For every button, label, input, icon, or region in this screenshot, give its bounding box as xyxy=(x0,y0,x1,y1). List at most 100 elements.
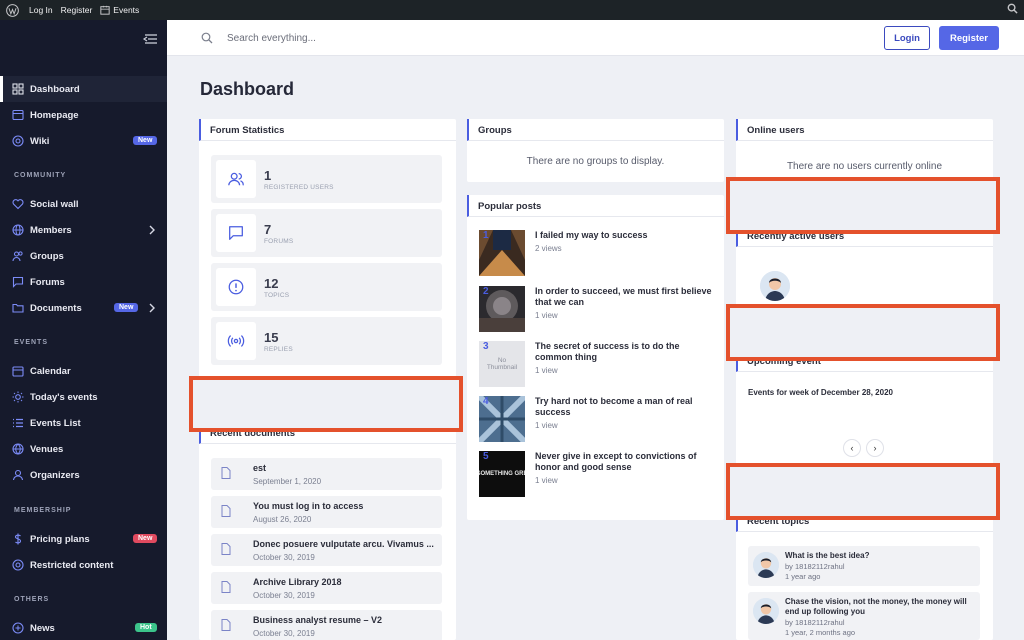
post-title[interactable]: The secret of success is to do the commo… xyxy=(535,341,715,363)
forum-icon xyxy=(12,276,24,288)
sidebar-item-dashboard[interactable]: Dashboard xyxy=(0,76,167,102)
section-heading-others: OTHERS xyxy=(14,596,50,603)
groups-card: Groups There are no groups to display. xyxy=(467,119,724,182)
events-week-label: Events for week of December 28, 2020 xyxy=(748,388,893,397)
chevron-right-icon[interactable] xyxy=(148,225,156,235)
highlight-box xyxy=(726,177,1000,234)
upcoming-event-card: Upcoming event Events for week of Decemb… xyxy=(736,350,993,467)
chat-icon xyxy=(216,214,256,252)
chevron-right-icon[interactable] xyxy=(148,303,156,313)
topic-author[interactable]: by 18182112rahul xyxy=(785,618,845,628)
collapse-sidebar-icon[interactable] xyxy=(142,31,158,49)
section-heading-community: COMMUNITY xyxy=(14,172,67,179)
document-date: October 30, 2019 xyxy=(253,629,315,638)
document-name: est xyxy=(253,463,267,473)
sidebar-item-events-list[interactable]: Events List xyxy=(0,410,167,436)
organizer-icon xyxy=(12,469,24,481)
sidebar-item-label: Homepage xyxy=(30,110,79,121)
folder-icon xyxy=(12,303,24,313)
sidebar-item-forums[interactable]: Forums xyxy=(0,269,167,295)
document-item[interactable]: Archive Library 2018 October 30, 2019 xyxy=(211,572,442,604)
post-title[interactable]: Never give in except to convictions of h… xyxy=(535,451,715,473)
new-badge: New xyxy=(133,534,158,543)
admin-login-link[interactable]: Log In xyxy=(29,5,53,15)
topic-item[interactable]: What is the best idea? by 18182112rahul … xyxy=(748,546,980,586)
sidebar-item-label: Forums xyxy=(30,277,65,288)
login-button[interactable]: Login xyxy=(884,26,930,50)
admin-register-link[interactable]: Register xyxy=(61,5,93,15)
register-button[interactable]: Register xyxy=(939,26,999,50)
file-icon xyxy=(221,581,231,593)
sidebar-item-groups[interactable]: Groups xyxy=(0,243,167,269)
post-views: 1 view xyxy=(535,421,558,430)
sidebar-item-todays-events[interactable]: Today's events xyxy=(0,384,167,410)
post-item[interactable]: 1 I failed my way to success 2 views xyxy=(479,230,719,278)
document-item[interactable]: Donec posuere vulputate arcu. Vivamus ..… xyxy=(211,534,442,566)
online-users-card: Online users There are no users currentl… xyxy=(736,119,993,182)
post-item[interactable]: 4 Try hard not to become a man of real s… xyxy=(479,396,719,444)
wordpress-logo-icon[interactable] xyxy=(3,0,21,20)
sidebar-item-members[interactable]: Members xyxy=(0,217,167,243)
stat-topics[interactable]: 12 TOPICS xyxy=(211,263,442,311)
stat-replies[interactable]: 15 REPLIES xyxy=(211,317,442,365)
sidebar-item-social-wall[interactable]: Social wall xyxy=(0,191,167,217)
sidebar-item-news[interactable]: News Hot xyxy=(0,615,167,640)
sidebar-item-label: Groups xyxy=(30,251,64,262)
sidebar-item-label: Venues xyxy=(30,444,64,455)
sidebar-item-restricted-content[interactable]: Restricted content xyxy=(0,552,167,578)
topic-title[interactable]: What is the best idea? xyxy=(785,551,975,561)
sidebar-item-wiki[interactable]: Wiki New xyxy=(0,128,167,154)
sidebar-item-organizers[interactable]: Organizers xyxy=(0,462,167,488)
document-date: September 1, 2020 xyxy=(253,477,322,486)
home-icon xyxy=(12,109,24,121)
previous-week-button[interactable]: ‹ xyxy=(843,439,861,457)
post-rank: 3 xyxy=(483,341,489,352)
users-icon xyxy=(12,251,23,262)
sidebar-item-homepage[interactable]: Homepage xyxy=(0,102,167,128)
sidebar-item-calendar[interactable]: Calendar xyxy=(0,358,167,384)
forum-statistics-card: Forum Statistics 1 REGISTERED USERS 7 FO… xyxy=(199,119,456,377)
card-title: Online users xyxy=(736,119,993,141)
post-rank: 1 xyxy=(483,230,489,241)
news-icon xyxy=(12,622,24,634)
stat-registered-users[interactable]: 1 REGISTERED USERS xyxy=(211,155,442,203)
sidebar-item-label: Documents xyxy=(30,303,82,314)
post-views: 1 view xyxy=(535,366,558,375)
popular-posts-card: Popular posts 1 I failed my way to succe… xyxy=(467,195,724,520)
groups-empty-message: There are no groups to display. xyxy=(526,156,665,167)
post-item[interactable]: SOMETHING GRE 5 Never give in except to … xyxy=(479,451,719,499)
highlight-box xyxy=(726,304,1000,361)
document-item[interactable]: est September 1, 2020 xyxy=(211,458,442,490)
post-title[interactable]: Try hard not to become a man of real suc… xyxy=(535,396,715,418)
post-title[interactable]: In order to succeed, we must first belie… xyxy=(535,286,715,308)
avatar[interactable] xyxy=(760,271,790,301)
document-date: August 26, 2020 xyxy=(253,515,312,524)
search-input[interactable] xyxy=(227,30,527,46)
stat-forums[interactable]: 7 FORUMS xyxy=(211,209,442,257)
topic-time: 1 year ago xyxy=(785,572,821,581)
post-item[interactable]: 2 In order to succeed, we must first bel… xyxy=(479,286,719,334)
online-users-empty-message: There are no users currently online xyxy=(786,161,943,172)
post-title[interactable]: I failed my way to success xyxy=(535,230,715,241)
sidebar-item-venues[interactable]: Venues xyxy=(0,436,167,462)
stat-value: 7 xyxy=(264,222,272,237)
sidebar-item-pricing-plans[interactable]: Pricing plans New xyxy=(0,526,167,552)
topic-item[interactable]: Chase the vision, not the money, the mon… xyxy=(748,592,980,640)
admin-events-link[interactable]: Events xyxy=(100,5,139,15)
topic-author[interactable]: by 18182112rahul xyxy=(785,562,845,572)
document-item[interactable]: Business analyst resume – V2 October 30,… xyxy=(211,610,442,640)
admin-search-icon[interactable] xyxy=(1007,3,1018,16)
post-item[interactable]: No Thumbnail 3 The secret of success is … xyxy=(479,341,719,389)
recent-topics-card: Recent topics What is the best idea? by … xyxy=(736,510,993,640)
next-week-button[interactable]: › xyxy=(866,439,884,457)
document-item[interactable]: You must log in to access August 26, 202… xyxy=(211,496,442,528)
calendar-icon xyxy=(100,5,110,15)
topic-title[interactable]: Chase the vision, not the money, the mon… xyxy=(785,597,975,617)
highlight-box xyxy=(726,463,1000,520)
document-date: October 30, 2019 xyxy=(253,591,315,600)
dollar-icon xyxy=(14,533,22,545)
sidebar-item-label: Calendar xyxy=(30,366,71,377)
stat-label: REPLIES xyxy=(264,346,293,353)
post-rank: 4 xyxy=(483,396,489,407)
sidebar-item-documents[interactable]: Documents New xyxy=(0,295,167,321)
